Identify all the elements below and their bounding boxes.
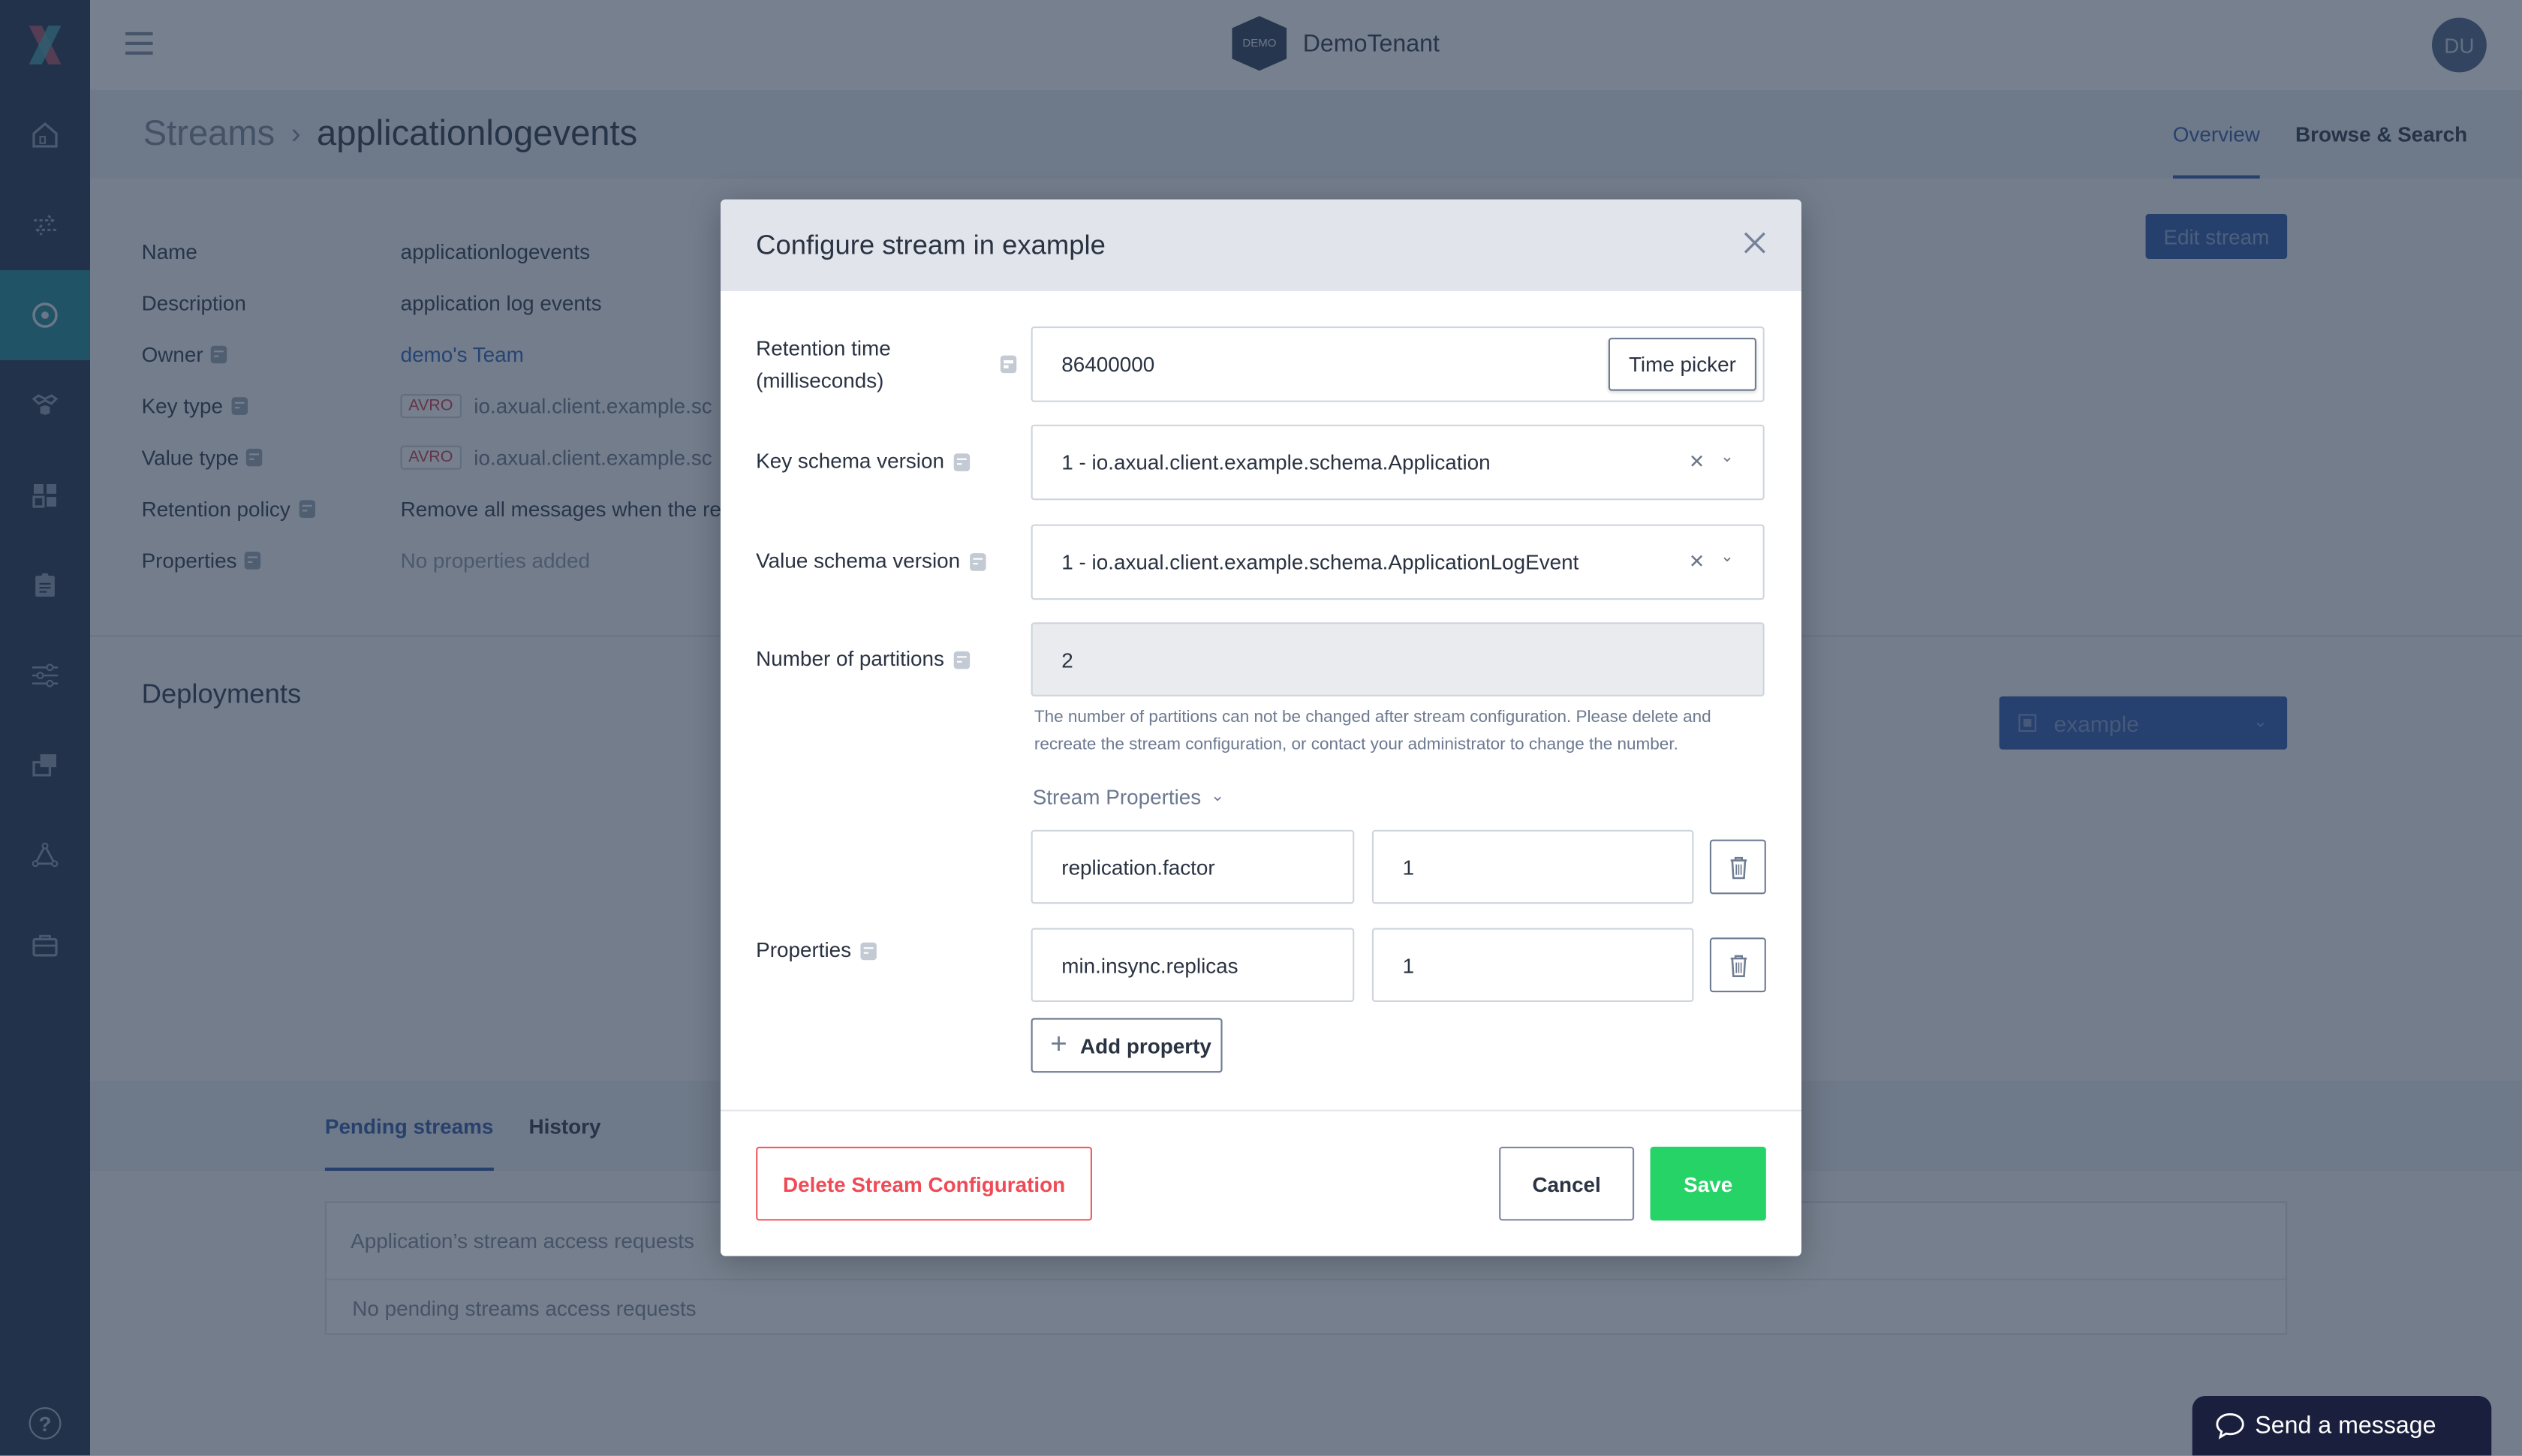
key-schema-value: 1 - io.axual.client.example.schema.Appli…: [1061, 450, 1491, 475]
property-value-input[interactable]: 1: [1371, 829, 1694, 904]
property-value-value: 1: [1402, 854, 1415, 880]
key-schema-label-text: Key schema version: [756, 448, 944, 474]
time-picker-button[interactable]: Time picker: [1608, 338, 1757, 391]
property-key-value: replication.factor: [1061, 854, 1215, 880]
chevron-down-icon[interactable]: ⌄: [1720, 449, 1734, 467]
info-icon[interactable]: [970, 552, 986, 570]
retention-time-input[interactable]: 86400000 Time picker: [1031, 326, 1765, 402]
value-schema-label: Value schema version: [756, 545, 986, 577]
partitions-input: 2: [1031, 622, 1765, 696]
value-schema-select[interactable]: 1 - io.axual.client.example.schema.Appli…: [1031, 524, 1765, 600]
trash-icon: [1729, 856, 1747, 879]
plus-icon: +: [1050, 1027, 1067, 1060]
retention-label-text: Retention time (milliseconds): [756, 333, 891, 398]
stream-properties-label: Stream Properties: [1032, 784, 1202, 809]
delete-stream-configuration-button[interactable]: Delete Stream Configuration: [756, 1146, 1093, 1221]
retention-label-line2: (milliseconds): [756, 368, 884, 393]
chevron-down-icon[interactable]: ⌄: [1720, 549, 1734, 567]
stream-properties-toggle[interactable]: Stream Properties ⌄: [1033, 785, 1224, 809]
property-value-input[interactable]: 1: [1371, 928, 1694, 1003]
key-schema-select[interactable]: 1 - io.axual.client.example.schema.Appli…: [1031, 424, 1765, 501]
property-key-input[interactable]: replication.factor: [1031, 829, 1355, 904]
property-key-value: min.insync.replicas: [1061, 952, 1238, 977]
configure-stream-modal: Configure stream in example Retention ti…: [721, 199, 1802, 1256]
value-schema-label-text: Value schema version: [756, 548, 961, 573]
delete-property-button[interactable]: [1709, 839, 1766, 895]
retention-label-line1: Retention time: [756, 335, 891, 361]
partitions-label-text: Number of partitions: [756, 646, 944, 671]
partitions-label: Number of partitions: [756, 643, 971, 675]
modal-footer: Delete Stream Configuration Cancel Save: [721, 1109, 1802, 1256]
send-message-chat-button[interactable]: Send a message: [2192, 1396, 2492, 1456]
info-icon[interactable]: [953, 453, 971, 471]
value-schema-value: 1 - io.axual.client.example.schema.Appli…: [1061, 549, 1579, 575]
retention-label: Retention time (milliseconds): [756, 333, 891, 398]
chat-label: Send a message: [2255, 1412, 2436, 1439]
save-button[interactable]: Save: [1650, 1146, 1766, 1221]
chat-bubble-icon: [2216, 1413, 2244, 1439]
partitions-value: 2: [1061, 647, 1073, 672]
clear-icon[interactable]: ✕: [1689, 550, 1705, 573]
delete-property-button[interactable]: [1709, 937, 1766, 993]
cancel-button[interactable]: Cancel: [1499, 1146, 1635, 1221]
property-value-value: 1: [1402, 952, 1415, 977]
info-icon[interactable]: [860, 941, 877, 960]
modal-header: Configure stream in example: [721, 199, 1802, 291]
property-key-input[interactable]: min.insync.replicas: [1031, 928, 1355, 1003]
info-icon[interactable]: [1000, 355, 1017, 374]
partitions-hint: The number of partitions can not be chan…: [1034, 707, 1711, 755]
app-window: ? DEMO DemoTenant DU Streams › applicati…: [0, 0, 2522, 1456]
key-schema-label: Key schema version: [756, 446, 971, 478]
properties-label: Properties: [756, 934, 877, 967]
add-property-label: Add property: [1079, 1033, 1211, 1057]
add-property-button[interactable]: + Add property: [1031, 1018, 1223, 1073]
info-icon[interactable]: [953, 650, 971, 669]
modal-title: Configure stream in example: [756, 230, 1106, 261]
close-icon[interactable]: [1741, 228, 1770, 257]
retention-time-value: 86400000: [1061, 352, 1155, 377]
chevron-down-icon: ⌄: [1211, 788, 1225, 806]
clear-icon[interactable]: ✕: [1689, 450, 1705, 473]
properties-label-text: Properties: [756, 937, 852, 962]
trash-icon: [1729, 954, 1747, 976]
